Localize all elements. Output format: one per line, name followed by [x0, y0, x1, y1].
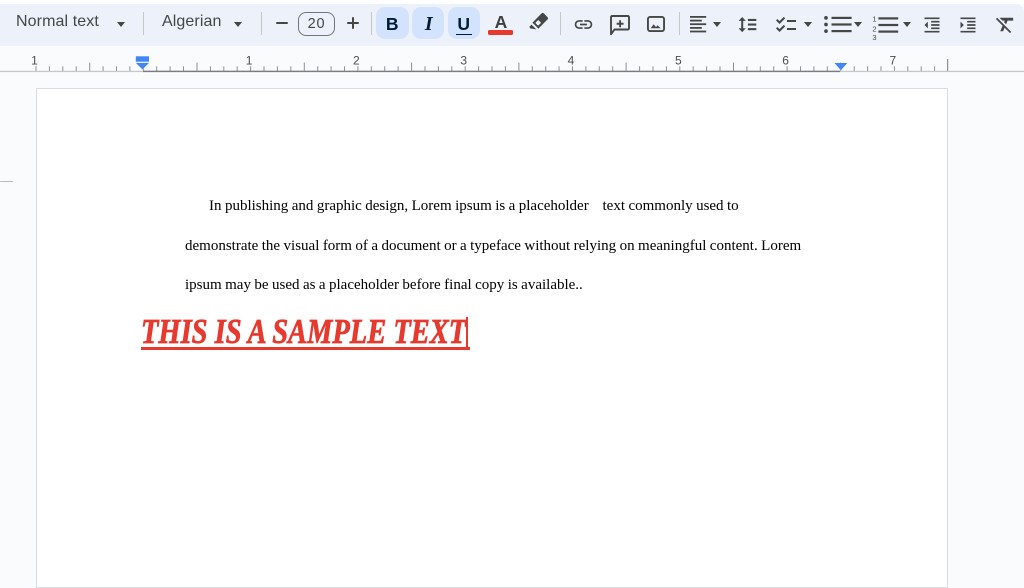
svg-text:2: 2	[353, 54, 360, 68]
svg-text:1: 1	[246, 54, 253, 68]
svg-text:1: 1	[872, 14, 876, 23]
svg-text:6: 6	[782, 54, 789, 68]
svg-text:3: 3	[872, 33, 876, 41]
svg-text:7: 7	[890, 54, 897, 68]
svg-text:4: 4	[568, 54, 575, 68]
svg-text:5: 5	[675, 54, 682, 68]
svg-text:1: 1	[31, 54, 38, 68]
svg-text:3: 3	[460, 54, 467, 68]
